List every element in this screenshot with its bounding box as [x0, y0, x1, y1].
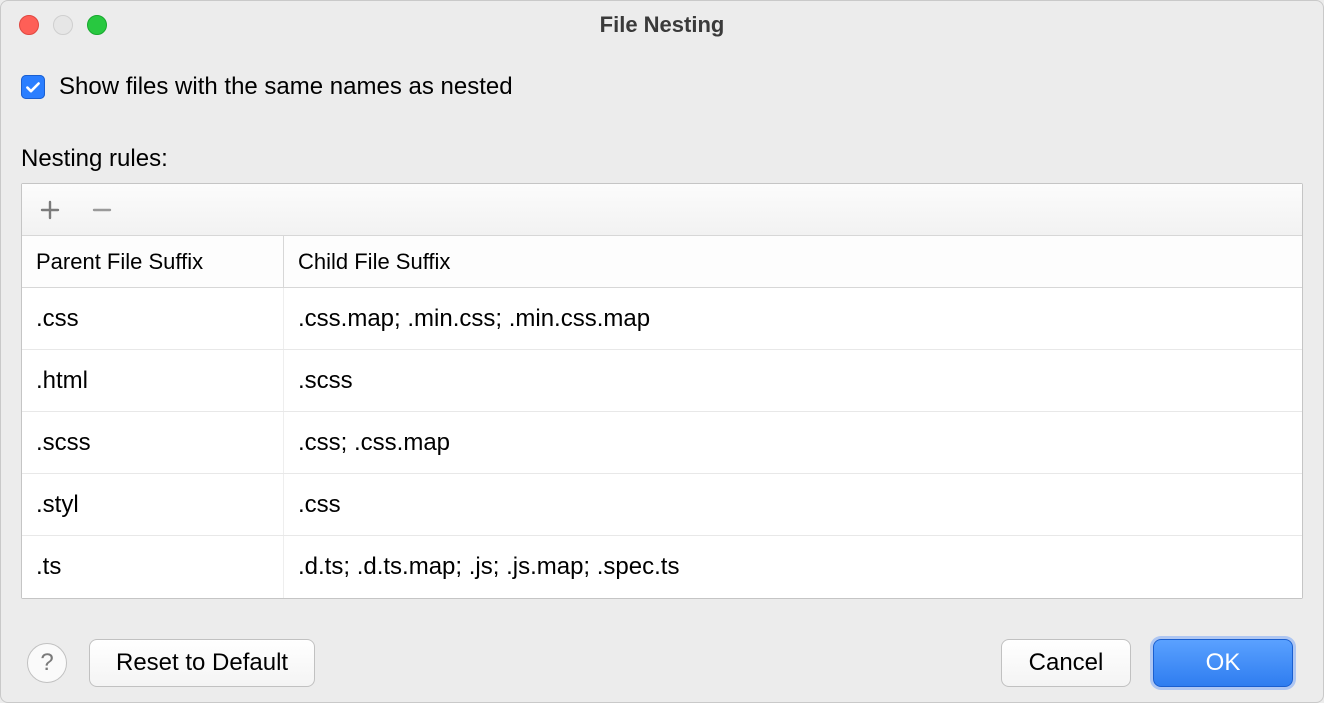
- reset-button[interactable]: Reset to Default: [89, 639, 315, 687]
- remove-rule-button[interactable]: [90, 198, 114, 222]
- cell-child-suffix[interactable]: .css.map; .min.css; .min.css.map: [284, 288, 1302, 349]
- cell-parent-suffix[interactable]: .ts: [22, 536, 284, 598]
- show-nested-label: Show files with the same names as nested: [59, 73, 513, 101]
- rules-panel: Parent File Suffix Child File Suffix .cs…: [21, 183, 1303, 599]
- dialog-window: File Nesting Show files with the same na…: [0, 0, 1324, 703]
- table-row[interactable]: .html.scss: [22, 350, 1302, 412]
- content-area: Show files with the same names as nested…: [1, 49, 1323, 599]
- cell-parent-suffix[interactable]: .scss: [22, 412, 284, 473]
- add-rule-button[interactable]: [38, 198, 62, 222]
- window-title: File Nesting: [1, 12, 1323, 38]
- plus-icon: [40, 200, 60, 220]
- nesting-rules-label: Nesting rules:: [21, 145, 1303, 173]
- close-icon[interactable]: [19, 15, 39, 35]
- cell-child-suffix[interactable]: .scss: [284, 350, 1302, 411]
- rules-body: .css.css.map; .min.css; .min.css.map.htm…: [22, 288, 1302, 598]
- header-parent-suffix[interactable]: Parent File Suffix: [22, 236, 284, 287]
- table-row[interactable]: .scss.css; .css.map: [22, 412, 1302, 474]
- show-nested-checkbox-row[interactable]: Show files with the same names as nested: [21, 73, 1303, 101]
- dialog-footer: ? Reset to Default Cancel OK: [1, 624, 1323, 702]
- show-nested-checkbox[interactable]: [21, 75, 45, 99]
- minimize-icon[interactable]: [53, 15, 73, 35]
- cell-child-suffix[interactable]: .css; .css.map: [284, 412, 1302, 473]
- check-icon: [24, 78, 42, 96]
- cancel-button[interactable]: Cancel: [1001, 639, 1131, 687]
- table-row[interactable]: .styl.css: [22, 474, 1302, 536]
- table-header-row: Parent File Suffix Child File Suffix: [22, 236, 1302, 288]
- rules-toolbar: [22, 184, 1302, 236]
- minus-icon: [92, 200, 112, 220]
- cell-parent-suffix[interactable]: .html: [22, 350, 284, 411]
- question-icon: ?: [40, 649, 53, 677]
- cell-parent-suffix[interactable]: .css: [22, 288, 284, 349]
- ok-button[interactable]: OK: [1153, 639, 1293, 687]
- zoom-icon[interactable]: [87, 15, 107, 35]
- header-child-suffix[interactable]: Child File Suffix: [284, 236, 1302, 287]
- title-bar: File Nesting: [1, 1, 1323, 49]
- cell-child-suffix[interactable]: .css: [284, 474, 1302, 535]
- cell-child-suffix[interactable]: .d.ts; .d.ts.map; .js; .js.map; .spec.ts: [284, 536, 1302, 598]
- help-button[interactable]: ?: [27, 643, 67, 683]
- traffic-lights: [19, 15, 107, 35]
- table-row[interactable]: .ts.d.ts; .d.ts.map; .js; .js.map; .spec…: [22, 536, 1302, 598]
- table-row[interactable]: .css.css.map; .min.css; .min.css.map: [22, 288, 1302, 350]
- cell-parent-suffix[interactable]: .styl: [22, 474, 284, 535]
